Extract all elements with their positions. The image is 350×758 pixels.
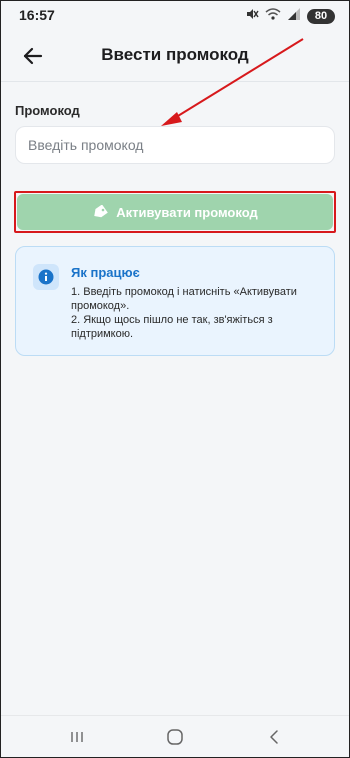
status-bar: 16:57 80 <box>1 1 349 31</box>
promo-code-label: Промокод <box>15 103 80 118</box>
page-title: Ввести промокод <box>101 45 249 64</box>
info-line: 2. Якщо щось пішло не так, зв'яжіться з … <box>71 314 273 340</box>
system-nav-bar <box>1 715 349 757</box>
status-time: 16:57 <box>19 7 55 23</box>
info-text: 1. Введіть промокод і натисніть «Активув… <box>71 285 323 341</box>
info-icon <box>33 264 59 290</box>
promo-code-input[interactable] <box>15 126 335 164</box>
back-icon[interactable] <box>259 726 289 748</box>
arrow-left-icon <box>23 47 43 65</box>
activate-promo-label: Активувати промокод <box>116 204 258 220</box>
mute-icon <box>245 7 259 26</box>
wifi-icon <box>265 7 281 26</box>
screen: 16:57 80 Ввести промокод Промокод Введіт… <box>0 0 350 758</box>
back-button[interactable] <box>17 41 49 71</box>
home-icon[interactable] <box>160 726 190 748</box>
info-card: Як працює 1. Введіть промокод і натисніт… <box>15 246 335 356</box>
tag-icon <box>94 205 109 218</box>
info-title: Як працює <box>71 265 140 280</box>
app-bar: Ввести промокод <box>1 31 349 82</box>
battery-icon: 80 <box>307 8 335 24</box>
info-line: 1. Введіть промокод і натисніть «Активув… <box>71 286 297 312</box>
signal-icon <box>287 7 301 26</box>
recents-icon[interactable] <box>62 726 92 748</box>
activate-promo-button[interactable]: Активувати промокод <box>17 194 333 230</box>
status-icons: 80 <box>245 7 335 25</box>
